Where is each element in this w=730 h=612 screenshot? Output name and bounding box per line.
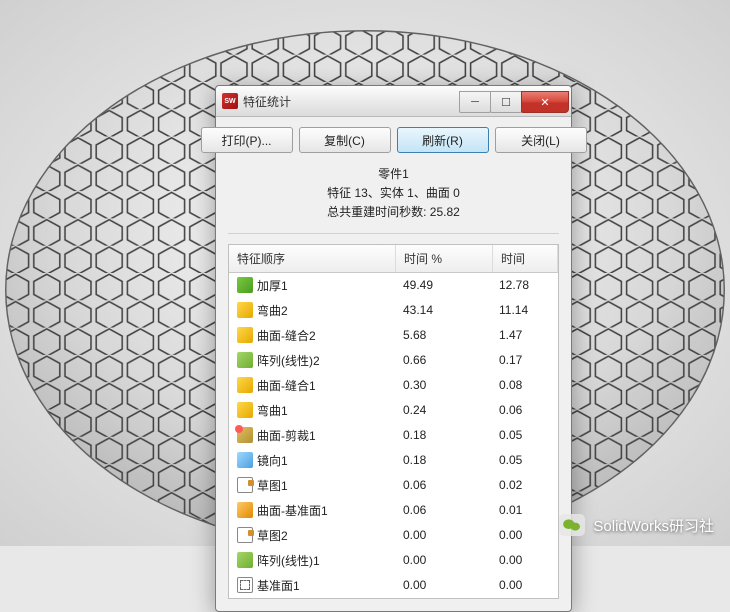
time-seconds: 1.47 [491, 326, 558, 344]
feature-name: 草图1 [257, 477, 288, 494]
feature-statistics-dialog: SW 特征统计 ─ ☐ ✕ 打印(P)... 复制(C) 刷新(R) 关闭(L)… [215, 85, 572, 612]
minimize-button[interactable]: ─ [459, 91, 491, 113]
time-percent: 0.66 [395, 351, 491, 369]
table-header: 特征顺序 时间 % 时间 [229, 245, 558, 273]
feature-name: 曲面-缝合1 [257, 377, 316, 394]
time-percent: 0.18 [395, 426, 491, 444]
feature-table: 特征顺序 时间 % 时间 加厚1 49.4912.78 弯曲2 43.1411.14 曲… [228, 244, 559, 599]
feature-icon [237, 352, 253, 368]
app-icon: SW [222, 93, 238, 109]
column-header-time[interactable]: 时间 [493, 245, 558, 272]
time-percent: 0.00 [395, 526, 491, 544]
time-seconds: 0.00 [491, 526, 558, 544]
table-row[interactable]: 弯曲2 43.1411.14 [229, 298, 558, 323]
time-seconds: 0.17 [491, 351, 558, 369]
feature-icon [237, 502, 253, 518]
close-button[interactable]: 关闭(L) [495, 127, 587, 153]
time-seconds: 0.05 [491, 451, 558, 469]
feature-name: 草图2 [257, 527, 288, 544]
table-row[interactable]: 弯曲1 0.240.06 [229, 398, 558, 423]
refresh-button[interactable]: 刷新(R) [397, 127, 489, 153]
feature-name: 弯曲2 [257, 302, 288, 319]
watermark: SolidWorks研习社 [559, 514, 714, 536]
feature-name: 镜向1 [257, 452, 288, 469]
feature-icon [237, 302, 253, 318]
feature-icon [237, 577, 253, 593]
wechat-icon [559, 514, 585, 536]
window-controls: ─ ☐ ✕ [460, 91, 569, 111]
time-seconds: 0.02 [491, 476, 558, 494]
time-percent: 0.06 [395, 476, 491, 494]
time-seconds: 0.05 [491, 426, 558, 444]
feature-name: 加厚1 [257, 277, 288, 294]
time-seconds: 0.01 [491, 501, 558, 519]
rebuild-time-total: 总共重建时间秒数: 25.82 [228, 203, 559, 222]
time-percent: 43.14 [395, 301, 491, 319]
table-row[interactable]: 草图2 0.000.00 [229, 523, 558, 548]
time-percent: 49.49 [395, 276, 491, 294]
feature-icon [237, 452, 253, 468]
time-percent: 5.68 [395, 326, 491, 344]
feature-icon [237, 527, 253, 543]
dialog-toolbar: 打印(P)... 复制(C) 刷新(R) 关闭(L) [216, 117, 571, 161]
dialog-title: 特征统计 [243, 93, 460, 110]
time-percent: 0.00 [395, 576, 491, 594]
feature-name: 曲面-缝合2 [257, 327, 316, 344]
watermark-text: SolidWorks研习社 [593, 515, 714, 536]
feature-name: 曲面-剪裁1 [257, 427, 316, 444]
feature-icon [237, 552, 253, 568]
time-seconds: 11.14 [491, 301, 558, 319]
table-body: 加厚1 49.4912.78 弯曲2 43.1411.14 曲面-缝合2 5.681.47… [229, 273, 558, 598]
time-seconds: 12.78 [491, 276, 558, 294]
part-name: 零件1 [228, 165, 559, 184]
column-header-name[interactable]: 特征顺序 [229, 245, 396, 272]
table-row[interactable]: 镜向1 0.180.05 [229, 448, 558, 473]
time-percent: 0.30 [395, 376, 491, 394]
table-row[interactable]: 基准面1 0.000.00 [229, 573, 558, 598]
table-row[interactable]: 曲面-剪裁1 0.180.05 [229, 423, 558, 448]
feature-icon [237, 277, 253, 293]
feature-counts: 特征 13、实体 1、曲面 0 [228, 184, 559, 203]
table-row[interactable]: 加厚1 49.4912.78 [229, 273, 558, 298]
feature-icon [237, 402, 253, 418]
feature-name: 曲面-基准面1 [257, 502, 328, 519]
table-row[interactable]: 曲面-基准面1 0.060.01 [229, 498, 558, 523]
maximize-button[interactable]: ☐ [490, 91, 522, 113]
time-percent: 0.00 [395, 551, 491, 569]
print-button[interactable]: 打印(P)... [201, 127, 293, 153]
table-row[interactable]: 曲面-缝合2 5.681.47 [229, 323, 558, 348]
feature-name: 基准面1 [257, 577, 300, 594]
time-percent: 0.06 [395, 501, 491, 519]
time-seconds: 0.00 [491, 551, 558, 569]
table-row[interactable]: 草图1 0.060.02 [229, 473, 558, 498]
copy-button[interactable]: 复制(C) [299, 127, 391, 153]
table-row[interactable]: 曲面-缝合1 0.300.08 [229, 373, 558, 398]
table-row[interactable]: 阵列(线性)2 0.660.17 [229, 348, 558, 373]
time-seconds: 0.00 [491, 576, 558, 594]
feature-name: 阵列(线性)1 [257, 552, 320, 569]
time-percent: 0.24 [395, 401, 491, 419]
summary-info: 零件1 特征 13、实体 1、曲面 0 总共重建时间秒数: 25.82 [228, 161, 559, 234]
time-percent: 0.18 [395, 451, 491, 469]
feature-icon [237, 477, 253, 493]
feature-name: 弯曲1 [257, 402, 288, 419]
close-window-button[interactable]: ✕ [521, 91, 569, 113]
time-seconds: 0.08 [491, 376, 558, 394]
feature-icon [237, 327, 253, 343]
feature-icon [237, 427, 253, 443]
time-seconds: 0.06 [491, 401, 558, 419]
feature-icon [237, 377, 253, 393]
table-row[interactable]: 阵列(线性)1 0.000.00 [229, 548, 558, 573]
feature-name: 阵列(线性)2 [257, 352, 320, 369]
dialog-titlebar[interactable]: SW 特征统计 ─ ☐ ✕ [216, 86, 571, 117]
column-header-percent[interactable]: 时间 % [396, 245, 493, 272]
